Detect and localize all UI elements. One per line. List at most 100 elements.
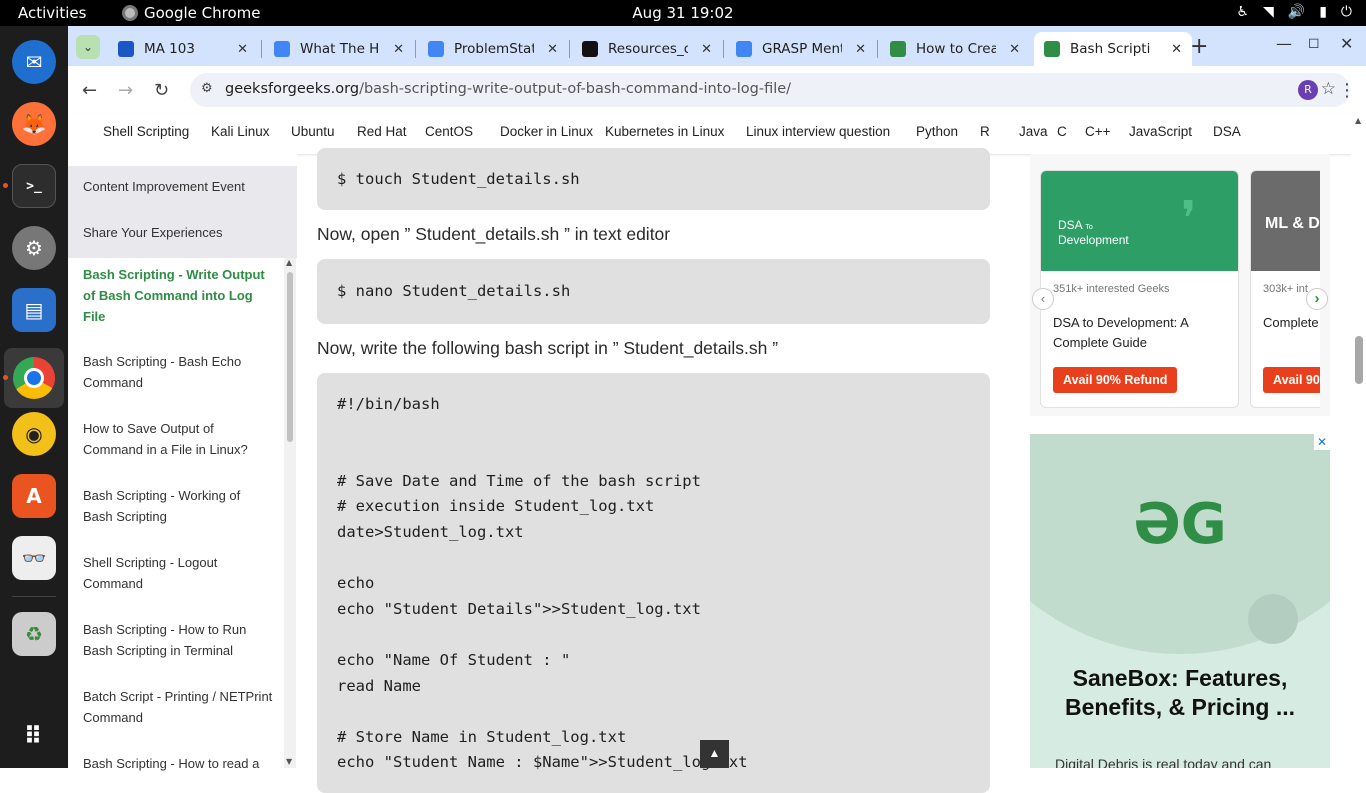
tab-close-icon[interactable]: ✕ [1171, 42, 1182, 57]
sidebar-item[interactable]: Bash Scripting - Bash Echo Command [83, 351, 273, 393]
close-window-button[interactable]: ✕ [1340, 34, 1353, 53]
profile-avatar[interactable]: R [1298, 80, 1318, 100]
accessibility-icon[interactable]: ♿ [1236, 4, 1249, 20]
new-tab-button[interactable]: + [1190, 34, 1208, 59]
scroll-up-icon[interactable]: ▲ [286, 258, 292, 267]
paragraph: Now, write the following bash script in … [317, 338, 779, 358]
battery-icon[interactable]: ▮ [1319, 4, 1327, 20]
scroll-to-top-button[interactable]: ▲ [700, 740, 729, 768]
nav-link[interactable]: Docker in Linux [500, 124, 593, 139]
nav-link[interactable]: C [1057, 124, 1067, 139]
tab[interactable]: What The Ha ✕ [264, 32, 414, 66]
code-line: echo "Name Of Student : " [337, 651, 571, 669]
sidebar-header-content-improvement[interactable]: Content Improvement Event [68, 166, 297, 212]
url-text[interactable]: geeksforgeeks.org/bash-scripting-write-o… [225, 81, 791, 97]
nav-link[interactable]: Java [1019, 124, 1048, 139]
tab-close-icon[interactable]: ✕ [855, 42, 866, 57]
clock[interactable]: Aug 31 19:02 [0, 4, 1366, 22]
trash-icon[interactable]: ♻ [12, 612, 56, 656]
maximize-button[interactable]: ◻ [1308, 35, 1320, 51]
impress-icon[interactable]: ▤ [12, 288, 56, 332]
sidebar-header-share-experiences[interactable]: Share Your Experiences [68, 212, 297, 258]
tab[interactable]: GRASP Ment ✕ [726, 32, 876, 66]
course-card[interactable]: DSA To Development ❜ 351k+ interested Ge… [1040, 170, 1239, 408]
settings-icon[interactable]: ⚙ [12, 226, 56, 270]
scroll-up-icon[interactable]: ▲ [1355, 116, 1361, 125]
address-bar[interactable]: ⚙ geeksforgeeks.org/bash-scripting-write… [190, 73, 1350, 107]
banner-text: ML & D [1265, 215, 1320, 232]
nav-link[interactable]: Linux interview question [746, 124, 890, 139]
toolbar: ← → ↻ ⚙ geeksforgeeks.org/bash-scripting… [68, 66, 1366, 114]
terminal-icon[interactable]: >_ [12, 164, 56, 208]
sidebar-item[interactable]: Batch Script - Printing / NETPrint Comma… [83, 686, 273, 728]
nav-link[interactable]: JavaScript [1129, 124, 1192, 139]
nav-link[interactable]: Red Hat [357, 124, 407, 139]
sidebar-item-current[interactable]: Bash Scripting - Write Output of Bash Co… [83, 264, 273, 327]
carousel-prev-icon[interactable]: ‹ [1032, 288, 1054, 310]
tab-search-button[interactable]: ⌄ [76, 35, 100, 59]
wifi-icon[interactable]: ◥ [1263, 4, 1274, 20]
site-info-icon[interactable]: ⚙ [201, 81, 213, 96]
reload-icon[interactable]: ↻ [154, 80, 169, 101]
tab-close-icon[interactable]: ✕ [1009, 42, 1020, 57]
tab-close-icon[interactable]: ✕ [237, 42, 248, 57]
right-rail: DSA To Development ❜ 351k+ interested Ge… [1010, 154, 1356, 768]
sidebar-item[interactable]: Bash Scripting - How to Run Bash Scripti… [83, 619, 273, 661]
volume-icon[interactable]: 🔊 [1288, 4, 1305, 20]
page-scrollbar[interactable]: ▲ [1351, 114, 1366, 768]
nav-link[interactable]: Ubuntu [291, 124, 335, 139]
menu-icon[interactable]: ⋮ [1338, 80, 1356, 101]
code-line: echo "Student Name : $Name">>Student_log… [337, 753, 748, 772]
avail-refund-button[interactable]: Avail 90% Refund [1053, 367, 1178, 393]
scroll-down-icon[interactable]: ▼ [286, 757, 292, 766]
nav-link[interactable]: C++ [1085, 124, 1111, 139]
nav-link[interactable]: DSA [1213, 124, 1241, 139]
app-center-icon[interactable]: A [12, 474, 56, 518]
minimize-button[interactable]: — [1276, 34, 1292, 53]
tab-active[interactable]: Bash Scriptin ✕ [1034, 32, 1192, 66]
page-scroll-thumb[interactable] [1355, 336, 1363, 384]
tab-close-icon[interactable]: ✕ [701, 42, 712, 57]
tab[interactable]: ProblemStat ✕ [418, 32, 568, 66]
thunderbird-icon[interactable]: ✉ [12, 40, 56, 84]
nav-link[interactable]: Kali Linux [211, 124, 270, 139]
nav-link[interactable]: Python [916, 124, 958, 139]
code-line: date>Student_log.txt [337, 523, 524, 541]
dock-divider [12, 596, 56, 597]
tab[interactable]: MA 103 ✕ [108, 32, 258, 66]
tab[interactable]: How to Creat ✕ [880, 32, 1030, 66]
sidebar-scroll-thumb[interactable] [287, 272, 293, 442]
ad-headline[interactable]: SaneBox: Features, Benefits, & Pricing .… [1050, 664, 1310, 722]
sidebar-item[interactable]: Bash Scripting - Working of Bash Scripti… [83, 485, 273, 527]
sidebar-item[interactable]: Shell Scripting - Logout Command [83, 552, 273, 594]
sidebar-item[interactable]: Bash Scripting - How to read a [83, 753, 273, 774]
tab-close-icon[interactable]: ✕ [547, 42, 558, 57]
chrome-dock-icon[interactable] [4, 348, 64, 408]
tab-close-icon[interactable]: ✕ [393, 42, 404, 57]
back-icon[interactable]: ← [82, 80, 97, 101]
avail-refund-button[interactable]: Avail 90 [1263, 367, 1320, 393]
carousel-next-icon[interactable]: › [1306, 288, 1328, 310]
bookmark-star-icon[interactable]: ☆ [1321, 79, 1336, 99]
tab[interactable]: Resources_o ✕ [572, 32, 722, 66]
forward-icon[interactable]: → [118, 80, 133, 101]
nav-link[interactable]: CentOS [425, 124, 473, 139]
sidebar-item[interactable]: How to Save Output of Command in a File … [83, 418, 273, 460]
system-tray[interactable]: ♿ ◥ 🔊 ▮ ⏻ [1236, 4, 1352, 20]
course-card[interactable]: ML & D 303k+ int Complete Data Scien Ava… [1250, 170, 1320, 408]
document-viewer-icon[interactable]: 👓 [12, 536, 56, 580]
ad-panel[interactable]: ƏG SaneBox: Features, Benefits, & Pricin… [1030, 434, 1330, 768]
docs-icon [428, 41, 444, 57]
power-icon[interactable]: ⏻ [1341, 4, 1352, 20]
nav-link[interactable]: Shell Scripting [103, 124, 189, 139]
sidebar: Content Improvement Event Share Your Exp… [68, 154, 297, 771]
tab-separator [877, 40, 878, 58]
ad-close-button[interactable]: ✕ [1314, 434, 1330, 450]
nav-link[interactable]: Kubernetes in Linux [605, 124, 724, 139]
firefox-icon[interactable]: 🦊 [12, 102, 56, 146]
show-apps-icon[interactable]: ⠿ [12, 714, 56, 758]
rhythmbox-icon[interactable]: ◉ [12, 412, 56, 456]
code-line: $ touch Student_details.sh [337, 170, 580, 188]
sidebar-scrollbar[interactable]: ▲ ▼ [284, 258, 296, 768]
nav-link[interactable]: R [980, 124, 990, 139]
